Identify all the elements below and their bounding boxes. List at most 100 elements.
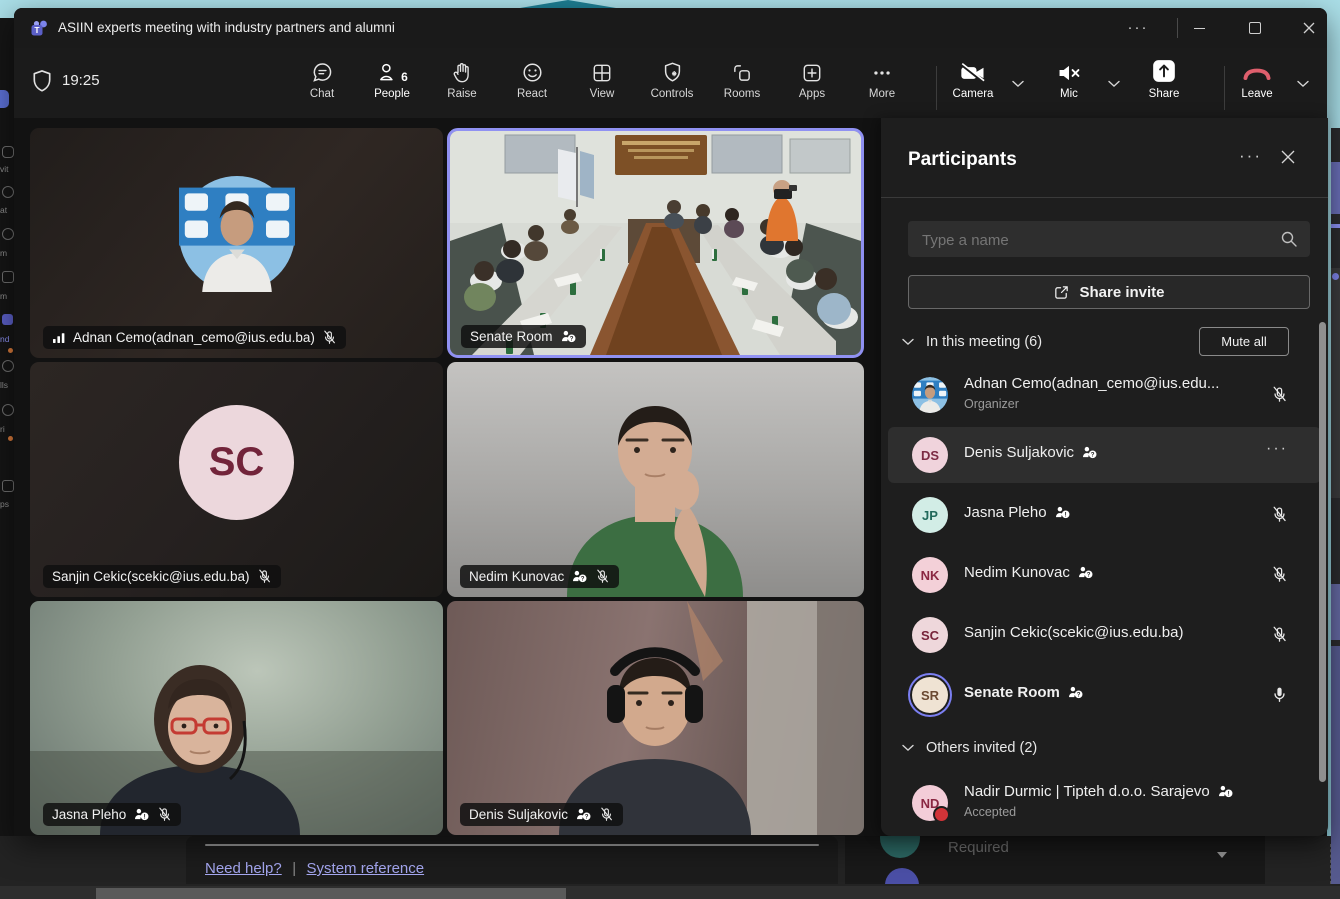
row-more-icon[interactable]: ···	[1266, 440, 1288, 458]
teams-logo-icon: T	[30, 19, 48, 37]
mute-all-button[interactable]: Mute all	[1199, 327, 1289, 356]
participant-row-senate-room[interactable]: SR Senate Room	[881, 667, 1328, 723]
mic-muted-icon[interactable]	[1271, 386, 1288, 408]
avatar: DS	[912, 437, 948, 473]
initials-avatar: SC	[179, 405, 294, 520]
panel-more-icon[interactable]: ···	[1239, 148, 1262, 166]
search-input[interactable]	[920, 221, 1274, 259]
denis-video	[447, 601, 864, 835]
dialog-divider	[205, 844, 819, 846]
dropdown-caret-icon[interactable]	[1217, 852, 1227, 858]
video-tile-denis[interactable]: Denis Suljakovic	[447, 601, 864, 835]
in-meeting-section-header[interactable]: In this meeting (6)	[902, 334, 1042, 350]
rail-label-fragment: nd	[0, 334, 14, 344]
tile-name-label: Adnan Cemo(adnan_cemo@ius.edu.ba)	[43, 326, 346, 349]
camera-chevron-icon[interactable]	[1012, 80, 1024, 88]
titlebar-more-icon[interactable]: ···	[1121, 8, 1155, 48]
rail-glyph-icon	[2, 228, 14, 240]
leave-button[interactable]: Leave	[1225, 56, 1289, 114]
mic-chevron-icon[interactable]	[1108, 80, 1120, 88]
meeting-timer: 19:25	[62, 72, 100, 89]
rail-label-fragment: vit	[0, 164, 14, 174]
camera-button[interactable]: Camera	[941, 56, 1005, 114]
person-exclaim-icon	[1054, 506, 1071, 519]
chat-button[interactable]: Chat	[290, 56, 354, 114]
mic-muted-icon[interactable]	[1271, 506, 1288, 528]
sliver-block	[1331, 268, 1340, 498]
others-invited-section-header[interactable]: Others invited (2)	[902, 740, 1037, 756]
window-minimize-icon[interactable]	[1182, 8, 1216, 48]
share-invite-button[interactable]: Share invite	[908, 275, 1310, 309]
row-highlight	[888, 427, 1321, 483]
sliver-block	[1331, 162, 1340, 214]
leave-chevron-icon[interactable]	[1297, 80, 1309, 88]
panel-divider	[881, 197, 1328, 198]
more-button[interactable]: More	[850, 56, 914, 114]
system-reference-link[interactable]: System reference	[307, 860, 425, 877]
shield-icon[interactable]	[31, 69, 53, 93]
rooms-button[interactable]: Rooms	[710, 56, 774, 114]
apps-button[interactable]: Apps	[780, 56, 844, 114]
window-close-icon[interactable]	[1292, 8, 1326, 48]
video-tile-sanjin[interactable]: SC Sanjin Cekic(scekic@ius.edu.ba)	[30, 362, 443, 597]
participant-row-jasna[interactable]: JP Jasna Pleho	[881, 487, 1328, 543]
person-question-icon	[560, 330, 577, 343]
invite-status: Accepted	[964, 805, 1016, 819]
view-grid-icon	[591, 62, 613, 84]
required-label: Required	[948, 839, 1009, 856]
person-question-icon	[575, 808, 592, 821]
participant-row-nedim[interactable]: NK Nedim Kunovac	[881, 547, 1328, 603]
video-tile-jasna[interactable]: Jasna Pleho	[30, 601, 443, 835]
rail-notification-dot	[8, 436, 13, 441]
mic-button[interactable]: Mic	[1037, 56, 1101, 114]
video-tile-adnan[interactable]: Adnan Cemo(adnan_cemo@ius.edu.ba)	[30, 128, 443, 358]
view-button[interactable]: View	[570, 56, 634, 114]
panel-close-icon[interactable]	[1281, 150, 1295, 169]
people-button[interactable]: 6 People	[360, 56, 424, 114]
chevron-down-icon	[902, 744, 914, 752]
share-invite-icon	[1053, 284, 1070, 301]
participant-row-adnan[interactable]: Adnan Cemo(adnan_cemo@ius.edu... Organiz…	[881, 367, 1328, 423]
sliver-block	[1331, 646, 1340, 884]
participant-row-denis[interactable]: DS Denis Suljakovic ···	[881, 427, 1328, 483]
rail-glyph-icon	[2, 480, 14, 492]
share-button[interactable]: Share	[1132, 56, 1196, 114]
search-box[interactable]	[908, 221, 1310, 257]
need-help-link[interactable]: Need help?	[205, 860, 282, 877]
meeting-toolbar: 19:25 Chat 6 People Raise React	[14, 48, 1327, 118]
form-dialog-fragment: Required	[845, 836, 1265, 884]
rail-accent-icon	[0, 90, 9, 108]
rail-label-fragment: m	[0, 248, 14, 258]
rail-label-fragment: at	[0, 205, 14, 215]
rail-glyph-icon	[2, 404, 14, 416]
window-maximize-icon[interactable]	[1238, 8, 1272, 48]
search-icon	[1280, 230, 1298, 248]
participants-panel: Participants ··· Share invite In	[881, 118, 1328, 836]
controls-button[interactable]: Controls	[640, 56, 704, 114]
rooms-icon	[731, 62, 753, 84]
raise-button[interactable]: Raise	[430, 56, 494, 114]
video-tile-nedim[interactable]: Nedim Kunovac	[447, 362, 864, 597]
mic-muted-icon[interactable]	[1271, 626, 1288, 648]
panel-scrollbar[interactable]	[1319, 322, 1326, 782]
mic-muted-icon	[157, 807, 172, 822]
person-question-icon	[1067, 686, 1084, 699]
rail-calendar-icon[interactable]	[2, 314, 13, 325]
video-tile-senate-room[interactable]: Senate Room	[447, 128, 864, 358]
sliver-dot	[1332, 273, 1339, 280]
person-question-icon	[1081, 446, 1098, 459]
rail-glyph-icon	[2, 146, 14, 158]
avatar: NK	[912, 557, 948, 593]
underlay-bottom-highlight	[96, 888, 566, 899]
people-icon	[376, 61, 399, 84]
attendee-avatar	[880, 836, 920, 858]
mic-muted-icon[interactable]	[1271, 566, 1288, 588]
participant-row-sanjin[interactable]: SC Sanjin Cekic(scekic@ius.edu.ba)	[881, 607, 1328, 663]
react-button[interactable]: React	[500, 56, 564, 114]
meeting-window: T ASIIN experts meeting with industry pa…	[14, 8, 1327, 836]
busy-dot-icon	[933, 806, 950, 823]
mic-on-icon[interactable]	[1271, 686, 1288, 708]
sliver-block	[1331, 224, 1340, 228]
participant-row-nadir[interactable]: ND Nadir Durmic | Tipteh d.o.o. Sarajevo…	[881, 775, 1328, 831]
avatar	[912, 377, 948, 413]
